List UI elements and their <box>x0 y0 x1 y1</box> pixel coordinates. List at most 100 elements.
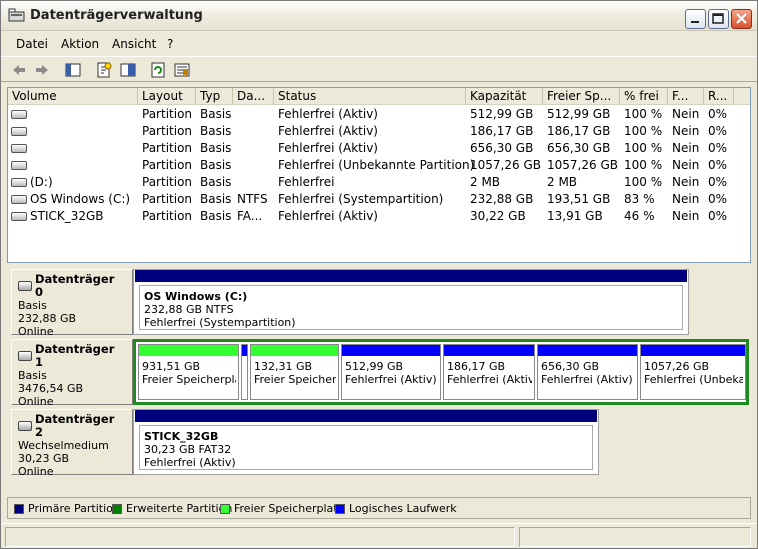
disk-1-name: Datenträger 1 <box>34 342 115 369</box>
cell-status: Fehlerfrei (Aktiv) <box>278 124 378 138</box>
menu-help[interactable]: ? <box>167 37 173 51</box>
cell-layout: Partition <box>142 124 193 138</box>
col-kapazitaet[interactable]: Kapazität <box>466 88 543 105</box>
partition-small[interactable] <box>241 344 248 400</box>
legend-swatch <box>112 503 122 514</box>
cell-r: 0% <box>708 209 728 223</box>
cell-volume: OS Windows (C:) <box>30 192 131 206</box>
partition-size: 132,31 GB <box>254 360 313 373</box>
col-restkapazitaet[interactable]: R... <box>704 88 734 105</box>
menu-datei[interactable]: Datei <box>16 37 48 51</box>
legend-extended: Erweiterte Partition <box>112 502 232 515</box>
cell-status: Fehlerfrei (Aktiv) <box>278 141 378 155</box>
partition-bar <box>641 345 745 356</box>
col-dateisystem[interactable]: Da... <box>233 88 274 105</box>
cell-r: 0% <box>708 192 728 206</box>
partition-c-size: 232,88 GB NTFS <box>144 303 234 316</box>
volume-list-header: Volume Layout Typ Da... Status Kapazität… <box>8 88 750 105</box>
table-row[interactable]: Partition Basis Fehlerfrei (Aktiv) 186,17 G… <box>8 123 750 140</box>
maximize-icon <box>712 13 724 24</box>
cell-dateisystem: NTFS <box>237 192 268 206</box>
status-pane-secondary <box>519 527 751 547</box>
cell-status: Fehlerfrei <box>278 175 335 189</box>
refresh-icon[interactable] <box>148 60 168 80</box>
disk-view: Datenträger 0 Basis 232,88 GB Online OS … <box>7 263 751 489</box>
cell-layout: Partition <box>142 158 193 172</box>
maximize-button[interactable] <box>708 9 729 29</box>
legend-swatch <box>335 503 345 514</box>
partition-free-2[interactable]: 132,31 GBFreier Speicherplatz <box>250 344 339 400</box>
partition-stick-title: STICK_32GB <box>144 430 219 443</box>
table-row[interactable]: STICK_32GB Partition Basis FA... Fehlerfrei … <box>8 208 750 225</box>
window-title: Datenträgerverwaltung <box>30 8 203 23</box>
cell-status: Fehlerfrei (Aktiv) <box>278 107 378 121</box>
cell-typ: Basis <box>200 158 232 172</box>
col-typ[interactable]: Typ <box>196 88 233 105</box>
partition-bar <box>135 270 687 282</box>
volume-icon <box>11 127 27 136</box>
title-bar[interactable]: Datenträgerverwaltung <box>1 1 757 31</box>
col-volume[interactable]: Volume <box>8 88 138 105</box>
volume-icon <box>11 212 27 221</box>
view-pane-icon[interactable] <box>63 60 83 80</box>
table-row[interactable]: OS Windows (C:) Partition Basis NTFS Fehlerf… <box>8 191 750 208</box>
partition-logical-2[interactable]: 186,17 GB Fehlerfrei (Aktiv) <box>443 344 535 400</box>
partition-logical-3[interactable]: 656,30 GB Fehlerfrei (Aktiv) <box>537 344 638 400</box>
cell-frei: 186,17 GB <box>547 124 611 138</box>
col-layout[interactable]: Layout <box>138 88 196 105</box>
cell-kapazitaet: 232,88 GB <box>470 192 534 206</box>
settings-icon[interactable] <box>172 60 192 80</box>
partition-bar <box>444 345 534 356</box>
menu-aktion[interactable]: Aktion <box>61 37 99 51</box>
removable-disk-icon <box>18 421 32 431</box>
partition-status: Fehlerfrei (Aktiv) <box>541 373 633 386</box>
close-button[interactable] <box>731 9 752 29</box>
cell-r: 0% <box>708 141 728 155</box>
table-row[interactable]: Partition Basis Fehlerfrei (Aktiv) 656,30 G… <box>8 140 750 157</box>
partition-logical-1[interactable]: 512,99 GB Fehlerfrei (Aktiv) <box>341 344 441 400</box>
table-row[interactable]: (D:) Partition Basis Fehlerfrei 2 MB 2 MB 100 … <box>8 174 750 191</box>
table-row[interactable]: Partition Basis Fehlerfrei (Unbekannte Par… <box>8 157 750 174</box>
cell-f: Nein <box>672 158 700 172</box>
col-fehlertoleranz[interactable]: F... <box>668 88 704 105</box>
cell-typ: Basis <box>200 124 232 138</box>
menu-ansicht[interactable]: Ansicht <box>112 37 156 51</box>
cell-f: Nein <box>672 175 700 189</box>
minimize-button[interactable] <box>685 9 706 29</box>
properties-icon[interactable] <box>94 60 114 80</box>
cell-prozent: 100 % <box>624 158 663 172</box>
col-prozent-frei[interactable]: % frei <box>620 88 668 105</box>
main-window: Datenträgerverwaltung Datei Aktion Ansic… <box>0 0 758 549</box>
cell-kapazitaet: 186,17 GB <box>470 124 534 138</box>
help-icon[interactable] <box>118 60 138 80</box>
cell-kapazitaet: 656,30 GB <box>470 141 534 155</box>
cell-frei: 2 MB <box>547 175 578 189</box>
partition-c[interactable]: OS Windows (C:) 232,88 GB NTFS Fehlerfre… <box>135 270 687 334</box>
disk-2-type: Wechselmedium <box>18 439 109 452</box>
partition-stick[interactable]: STICK_32GB 30,23 GB FAT32 Fehlerfrei (Ak… <box>135 410 597 474</box>
col-freier-speicher[interactable]: Freier Sp... <box>543 88 620 105</box>
partition-logical-4[interactable]: 1057,26 GBFehlerfrei (Unbekannte Partiti… <box>640 344 746 400</box>
cell-volume: (D:) <box>30 175 53 189</box>
col-status[interactable]: Status <box>274 88 466 105</box>
partition-bar <box>251 345 338 356</box>
cell-typ: Basis <box>200 192 232 206</box>
volume-list[interactable]: Volume Layout Typ Da... Status Kapazität… <box>7 87 751 263</box>
partition-bar <box>135 410 597 422</box>
cell-kapazitaet: 512,99 GB <box>470 107 534 121</box>
back-icon[interactable] <box>9 60 29 80</box>
disk-2-info[interactable]: Datenträger 2 Wechselmedium 30,23 GB Onl… <box>11 409 133 478</box>
cell-f: Nein <box>672 209 700 223</box>
partition-stick-status: Fehlerfrei (Aktiv) <box>144 456 236 469</box>
status-pane-main <box>5 527 515 547</box>
table-row[interactable]: Partition Basis Fehlerfrei (Aktiv) 512,99 G… <box>8 106 750 123</box>
partition-free-1[interactable]: 931,51 GBFreier Speicherplatz <box>138 344 239 400</box>
cell-frei: 512,99 GB <box>547 107 611 121</box>
forward-icon[interactable] <box>32 60 52 80</box>
disk-1-info[interactable]: Datenträger 1 Basis 3476,54 GB Online <box>11 339 133 408</box>
partition-bar <box>342 345 440 356</box>
partition-c-status: Fehlerfrei (Systempartition) <box>144 316 296 329</box>
disk-0-size: 232,88 GB <box>18 312 77 325</box>
disk-0-info[interactable]: Datenträger 0 Basis 232,88 GB Online <box>11 269 133 338</box>
close-icon <box>736 13 747 24</box>
